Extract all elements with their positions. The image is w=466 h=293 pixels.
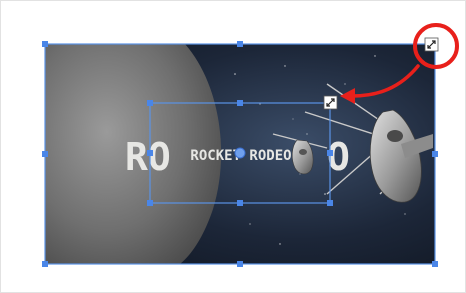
- inner-handle-bottom-left[interactable]: [147, 200, 153, 206]
- inner-handle-bottom-middle[interactable]: [237, 200, 243, 206]
- inner-handle-top-left[interactable]: [147, 100, 153, 106]
- resize-diagonal-icon-outer[interactable]: [424, 37, 439, 52]
- rotate-pivot-icon[interactable]: [234, 147, 246, 159]
- outer-handle-bottom-right[interactable]: [432, 261, 438, 267]
- rocket-small: [291, 139, 314, 175]
- inner-handle-top-middle[interactable]: [237, 100, 243, 106]
- outer-handle-middle-right[interactable]: [432, 151, 438, 157]
- resize-diagonal-icon[interactable]: [323, 95, 338, 110]
- inner-handle-middle-left[interactable]: [147, 150, 153, 156]
- inner-handle-bottom-right[interactable]: [327, 200, 333, 206]
- outer-handle-bottom-middle[interactable]: [237, 261, 243, 267]
- outer-handle-middle-left[interactable]: [42, 151, 48, 157]
- big-title-left: RO: [125, 135, 171, 179]
- outer-handle-top-left[interactable]: [42, 41, 48, 47]
- outer-handle-bottom-left[interactable]: [42, 261, 48, 267]
- outer-handle-top-middle[interactable]: [237, 41, 243, 47]
- inner-handle-middle-right[interactable]: [327, 150, 333, 156]
